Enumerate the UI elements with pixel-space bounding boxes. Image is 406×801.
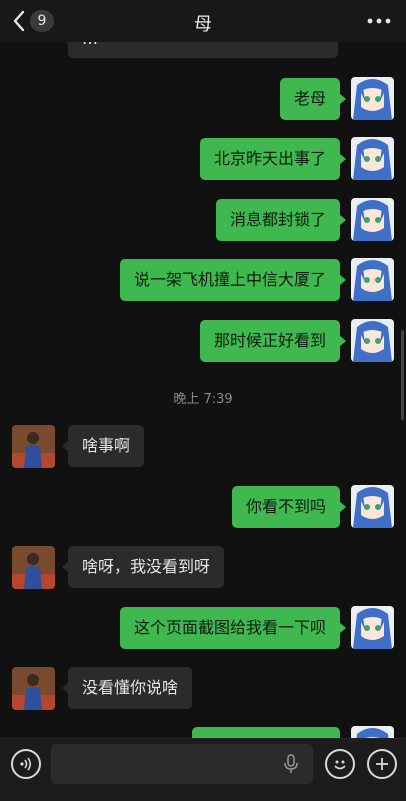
contact-avatar[interactable]	[12, 667, 55, 710]
message-text: 啥事啊	[82, 436, 131, 455]
more-dots-icon[interactable]	[366, 12, 392, 30]
my-avatar[interactable]	[351, 485, 394, 528]
chat-title: 母	[194, 14, 212, 35]
plus-icon	[376, 758, 388, 770]
anime-character-avatar-icon	[351, 726, 394, 738]
input-toolbar	[0, 738, 406, 801]
message-bubble-sent[interactable]: 这个页面截图给我看一下呗	[119, 607, 347, 649]
person-photo-avatar-icon	[12, 667, 55, 710]
message-text: 消息都封锁了	[229, 210, 326, 229]
microphone-icon[interactable]	[283, 754, 299, 774]
message-bubble-partial[interactable]	[192, 727, 340, 738]
contact-avatar[interactable]	[12, 425, 55, 468]
message-bubble-received[interactable]: 没看懂你说啥	[61, 667, 193, 709]
message-text: 这个页面截图给我看一下呗	[133, 618, 326, 637]
my-avatar[interactable]	[351, 198, 394, 241]
message-text: 说一架飞机撞上中信大厦了	[133, 270, 326, 289]
message-text: 没看懂你说啥	[82, 678, 179, 697]
message-text: 你看不到吗	[245, 497, 326, 516]
my-avatar[interactable]	[351, 726, 394, 738]
voice-toggle-button[interactable]	[11, 749, 41, 779]
voice-icon	[20, 757, 32, 771]
anime-character-avatar-icon	[351, 137, 394, 180]
emoji-button[interactable]	[325, 749, 355, 779]
message-bubble-sent[interactable]: 说一架飞机撞上中信大厦了	[119, 259, 347, 301]
my-avatar[interactable]	[351, 77, 394, 120]
anime-character-avatar-icon	[351, 606, 394, 649]
message-bubble-received[interactable]: 啥事啊	[61, 425, 145, 467]
message-bubble-sent[interactable]: 老母	[279, 78, 347, 120]
message-text: 北京昨天出事了	[213, 149, 326, 168]
anime-character-avatar-icon	[351, 319, 394, 362]
message-text: 老母	[293, 89, 326, 108]
message-bubble-sent[interactable]: 你看不到吗	[231, 486, 347, 528]
emoji-icon	[334, 760, 346, 770]
scrollbar[interactable]	[401, 330, 404, 420]
person-photo-avatar-icon	[12, 546, 55, 589]
message-bubble-received[interactable]: 啥呀，我没看到呀	[61, 546, 225, 588]
anime-character-avatar-icon	[351, 485, 394, 528]
message-list[interactable]: … 老母 北京昨天出事了 消息都封锁了	[0, 0, 406, 738]
message-input[interactable]	[51, 744, 313, 784]
message-timestamp: 晚上 7:39	[173, 392, 233, 407]
chat-header: 9 母	[0, 0, 406, 42]
message-bubble-sent[interactable]: 北京昨天出事了	[199, 138, 347, 180]
anime-character-avatar-icon	[351, 198, 394, 241]
my-avatar[interactable]	[351, 319, 394, 362]
my-avatar[interactable]	[351, 606, 394, 649]
more-actions-button[interactable]	[367, 749, 397, 779]
message-text: 那时候正好看到	[213, 331, 326, 350]
message-bubble-sent[interactable]: 那时候正好看到	[199, 320, 347, 362]
contact-avatar[interactable]	[12, 546, 55, 589]
anime-character-avatar-icon	[351, 77, 394, 120]
message-text: 啥呀，我没看到呀	[82, 557, 211, 576]
my-avatar[interactable]	[351, 258, 394, 301]
message-bubble-sent[interactable]: 消息都封锁了	[215, 199, 347, 241]
my-avatar[interactable]	[351, 137, 394, 180]
person-photo-avatar-icon	[12, 425, 55, 468]
anime-character-avatar-icon	[351, 258, 394, 301]
